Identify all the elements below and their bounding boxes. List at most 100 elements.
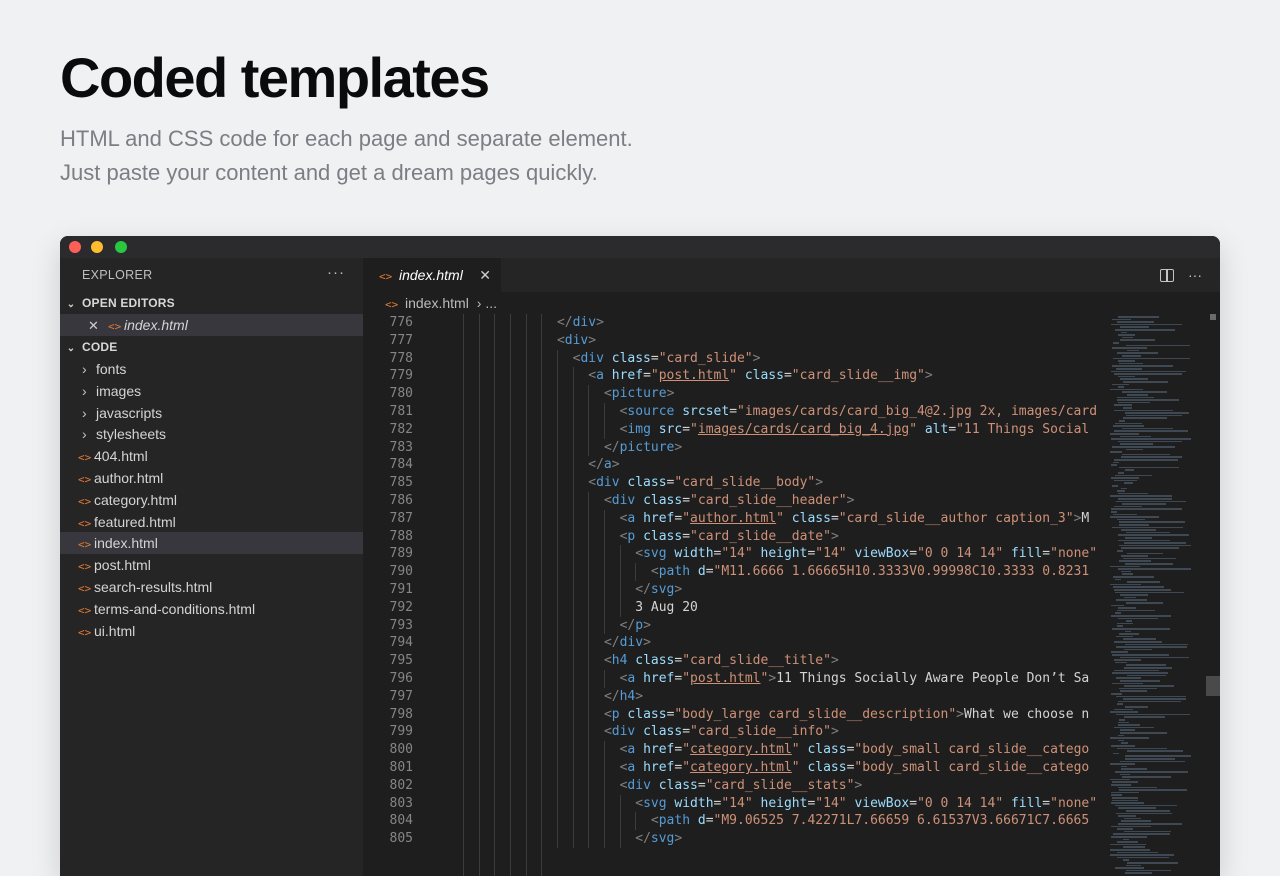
chevron-right-icon: › — [82, 404, 87, 421]
code-token: class — [611, 350, 651, 366]
minimap[interactable] — [1104, 314, 1204, 876]
file-search-results-html[interactable]: <> search-results.html — [60, 576, 363, 598]
indent-guide — [588, 563, 590, 581]
minimap-line — [1118, 786, 1157, 789]
chevron-down-icon: ⌄ — [66, 299, 76, 310]
code-token: class — [658, 777, 698, 793]
code-line: 794 </div> — [363, 634, 1102, 652]
line-number: 803 — [389, 795, 413, 811]
indent-guide — [588, 545, 590, 564]
vertical-scrollbar[interactable] — [1206, 314, 1220, 876]
minimap-line — [1111, 693, 1122, 695]
code-token: d — [697, 564, 706, 580]
code-token: < — [556, 332, 565, 348]
open-editors-section[interactable]: ⌄ OPEN EDITORS — [60, 292, 363, 314]
minimap-line — [1113, 513, 1137, 516]
code-line: 798 <p class="body_large card_slide__desc… — [363, 706, 1102, 724]
minimap-line — [1119, 719, 1125, 721]
code-editor[interactable]: 776 </div> 777 <div> 778 <div class="card_sli… — [363, 314, 1102, 876]
code-token: class — [807, 742, 847, 758]
indent-guide — [556, 759, 558, 777]
close-window-button[interactable] — [69, 241, 81, 253]
minimap-line — [1111, 477, 1139, 479]
minimap-line — [1120, 729, 1135, 731]
code-token: < — [603, 386, 612, 402]
minimize-window-button[interactable] — [91, 241, 103, 253]
code-token: = — [830, 510, 839, 526]
close-icon[interactable]: ✕ — [88, 315, 108, 337]
minimap-line — [1118, 498, 1172, 500]
html-file-icon: <> — [108, 320, 122, 333]
code-token: p — [611, 706, 620, 722]
minimap-line — [1116, 599, 1147, 601]
line-number: 800 — [389, 742, 413, 758]
minimap-line — [1112, 485, 1118, 487]
indent-guide — [588, 420, 590, 439]
minimap-line — [1118, 539, 1170, 542]
maximize-window-button[interactable] — [115, 241, 127, 253]
indent-guide — [588, 759, 590, 777]
code-token: > — [635, 688, 644, 704]
indent-guide — [556, 474, 558, 492]
minimap-line — [1112, 628, 1170, 630]
minimap-line — [1110, 849, 1150, 851]
folder-javascripts[interactable]: › javascripts — [60, 402, 363, 424]
minimap-line — [1115, 612, 1121, 614]
code-token: > — [643, 617, 651, 633]
scroll-thumb[interactable] — [1206, 676, 1220, 696]
code-token: = — [682, 493, 691, 508]
code-token: = — [729, 404, 738, 419]
indent-guide — [619, 581, 621, 599]
breadcrumb-file[interactable]: index.html — [405, 295, 469, 311]
code-text: <a href="author.html" class="card_slide_… — [620, 510, 1090, 528]
indent-guide — [556, 438, 558, 457]
code-token: </ — [603, 439, 620, 455]
minimap-line — [1125, 537, 1152, 539]
file-terms-and-conditions-html[interactable]: <> terms-and-conditions.html — [60, 598, 363, 620]
indent-guide — [572, 634, 574, 653]
folder-fonts[interactable]: › fonts — [60, 358, 363, 380]
code-token: "card_slide__author caption_3" — [838, 510, 1074, 526]
more-actions-icon[interactable]: ··· — [1188, 267, 1202, 283]
file-post-html[interactable]: <> post.html — [60, 554, 363, 576]
code-section[interactable]: ⌄ CODE — [60, 336, 363, 358]
code-line: 792 3 Aug 20 — [363, 599, 1102, 617]
code-token: path — [658, 813, 691, 829]
minimap-line — [1118, 807, 1156, 809]
breadcrumb-more[interactable]: ... — [485, 295, 497, 311]
open-editor-item[interactable]: ✕ <> index.html — [60, 314, 363, 336]
minimap-line — [1118, 472, 1124, 474]
line-number: 791 — [389, 582, 413, 597]
tab-index-html[interactable]: <> index.html ✕ — [363, 258, 501, 292]
file-index-html[interactable]: <> index.html — [60, 532, 363, 555]
file-ui-html[interactable]: <> ui.html — [60, 620, 363, 642]
minimap-line — [1114, 708, 1133, 711]
folder-images[interactable]: › images — [60, 380, 363, 402]
code-token: > — [674, 831, 683, 847]
code-text: <div class="card_slide__body"> — [588, 474, 823, 492]
indent-guide — [635, 563, 637, 581]
open-editor-filename: index.html — [124, 317, 188, 333]
folder-stylesheets[interactable]: › stylesheets — [60, 423, 363, 445]
line-number: 787 — [389, 510, 413, 526]
minimap-line — [1126, 344, 1190, 347]
file-author-html[interactable]: <> author.html — [60, 467, 363, 489]
minimap-line — [1121, 529, 1156, 531]
explorer-more-icon[interactable]: ··· — [327, 264, 345, 281]
file-category-html[interactable]: <> category.html — [60, 489, 363, 511]
minimap-line — [1123, 417, 1167, 419]
file-featured-html[interactable]: <> featured.html — [60, 511, 363, 533]
minimap-line — [1114, 479, 1137, 482]
close-icon[interactable]: ✕ — [479, 258, 491, 292]
minimap-line — [1116, 646, 1187, 648]
file-404-html[interactable]: <> 404.html — [60, 445, 363, 467]
minimap-line — [1116, 713, 1190, 716]
indent-guide — [603, 741, 605, 759]
code-line: 787 <a href="author.html" class="card_sli… — [363, 510, 1102, 528]
split-editor-icon[interactable] — [1160, 269, 1174, 282]
minimap-line — [1112, 347, 1147, 349]
code-line: 791 </svg> — [363, 581, 1102, 599]
